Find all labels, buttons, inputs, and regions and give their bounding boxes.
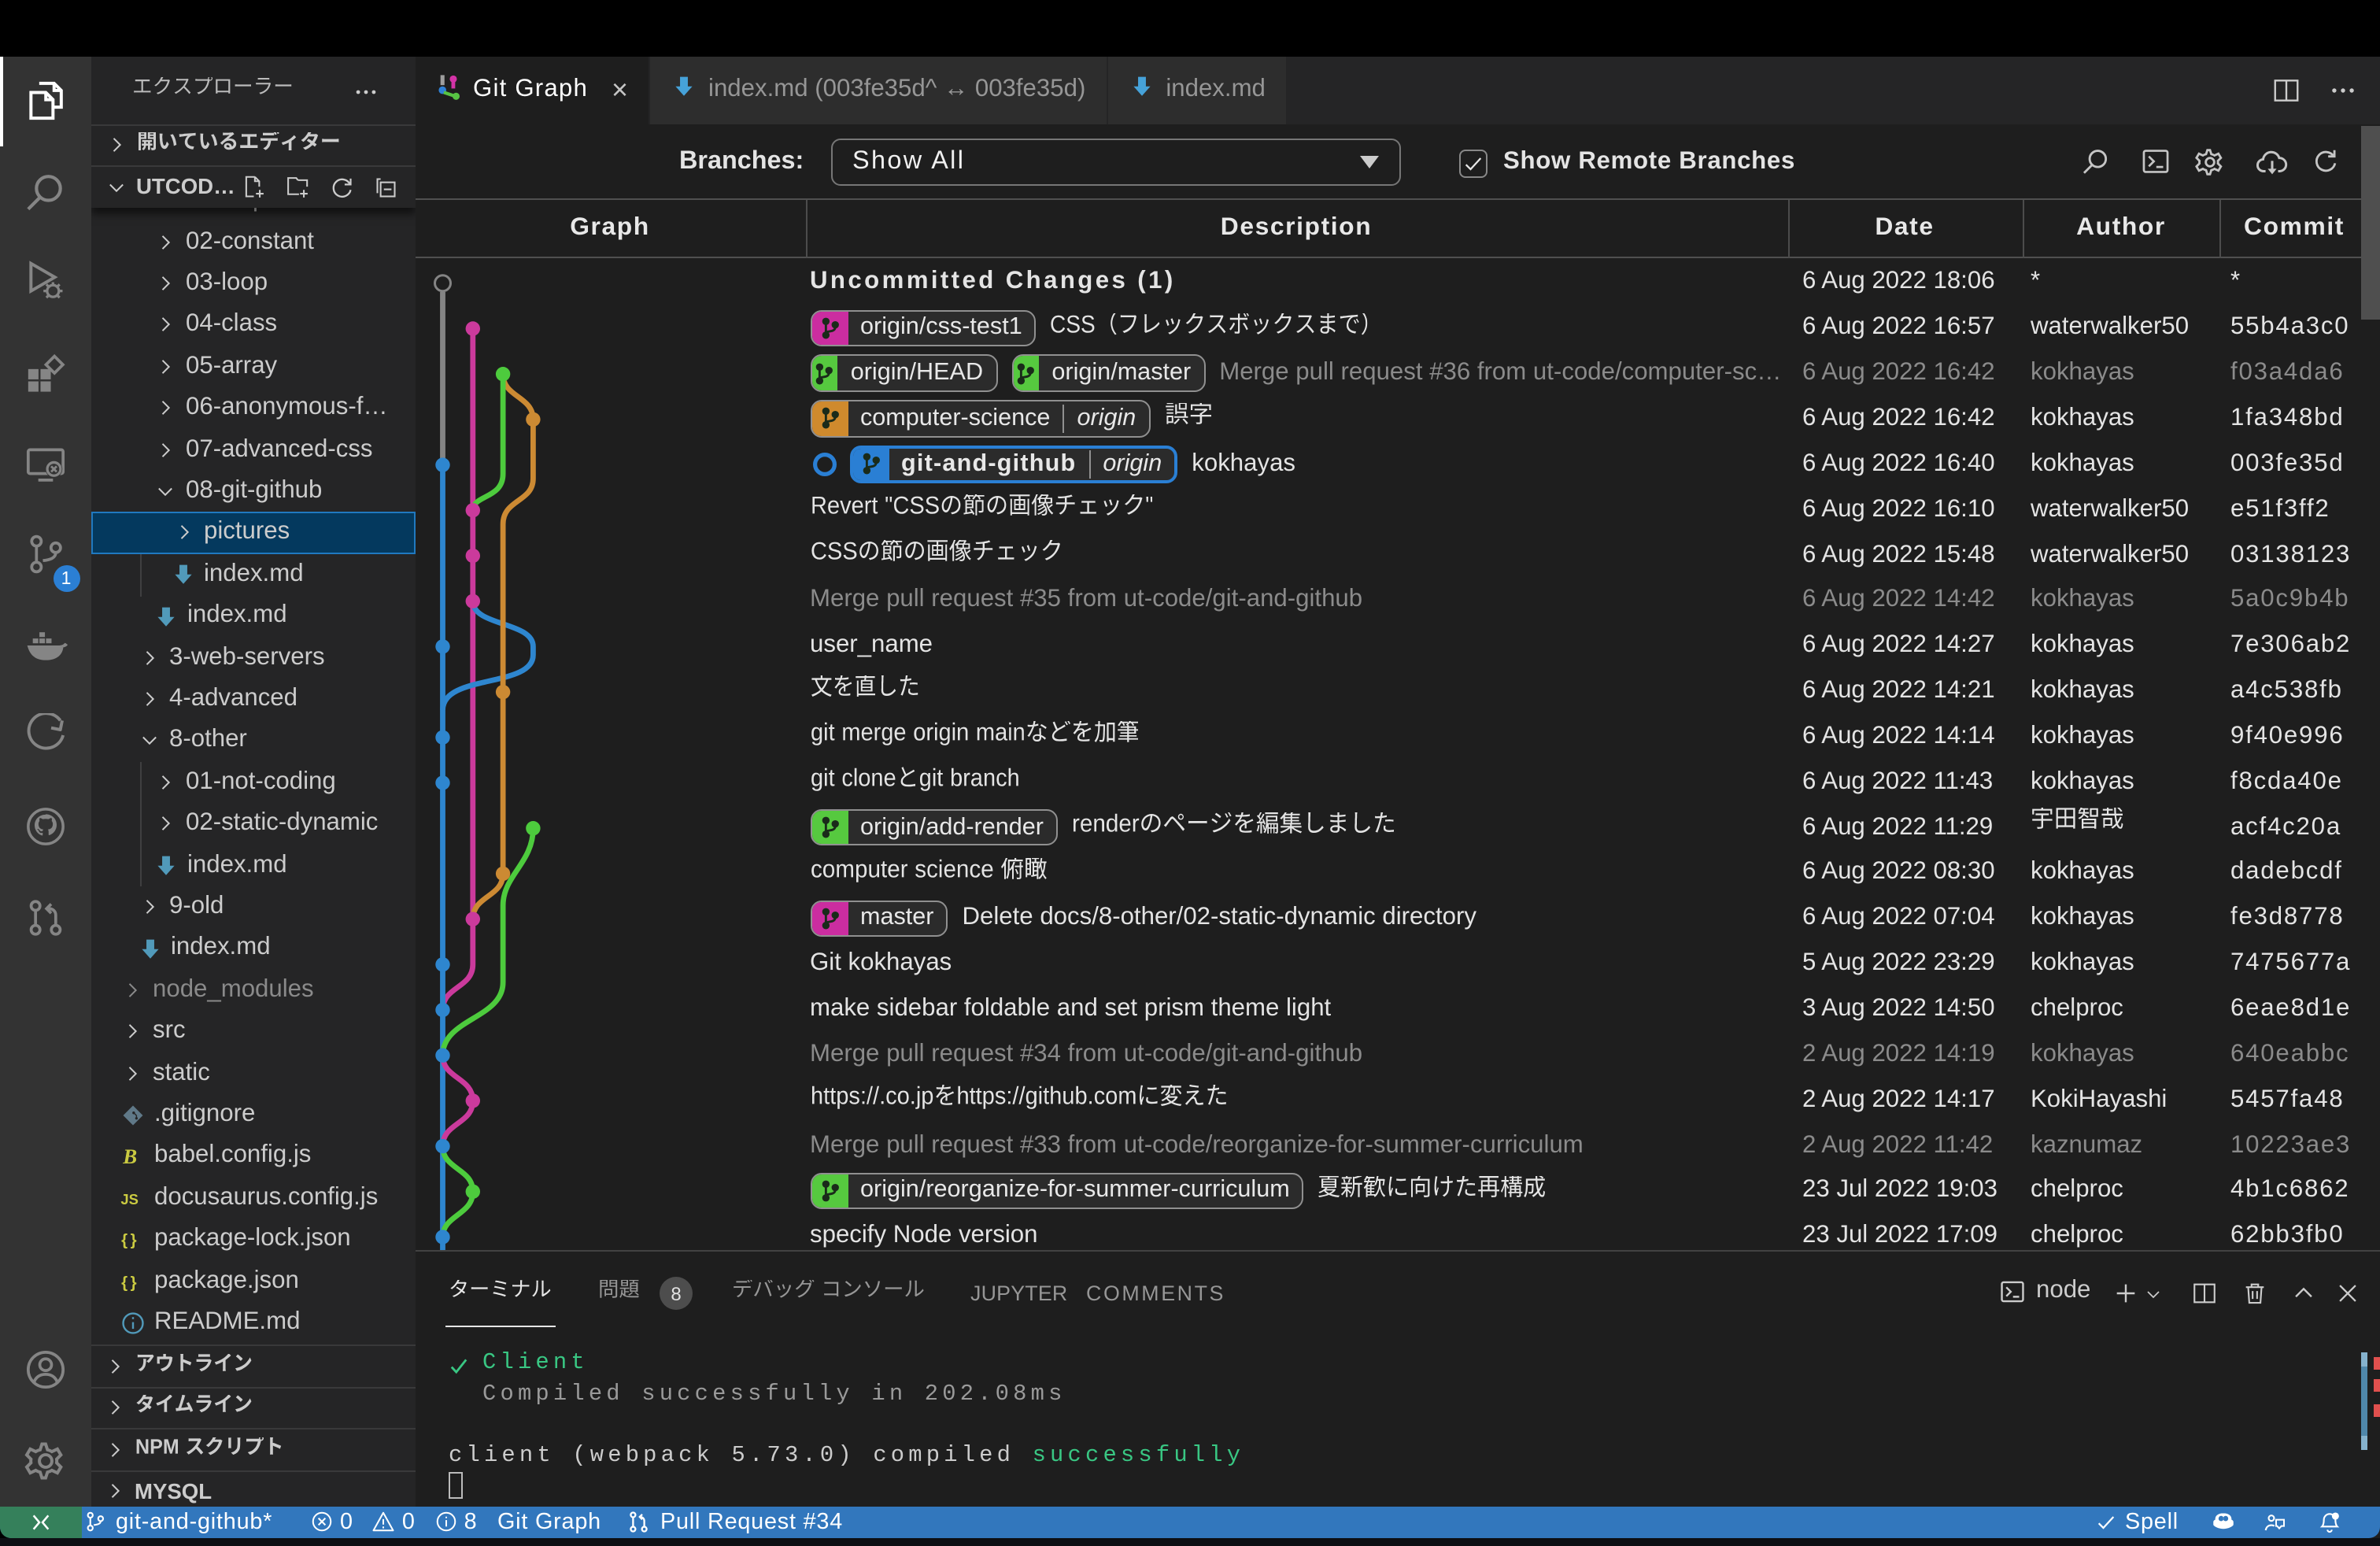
svg-text:B: B [122, 1145, 137, 1169]
svg-text:JS: JS [120, 1191, 139, 1208]
svg-text:{}: {} [121, 1273, 139, 1291]
svg-text:{}: {} [121, 1231, 139, 1249]
